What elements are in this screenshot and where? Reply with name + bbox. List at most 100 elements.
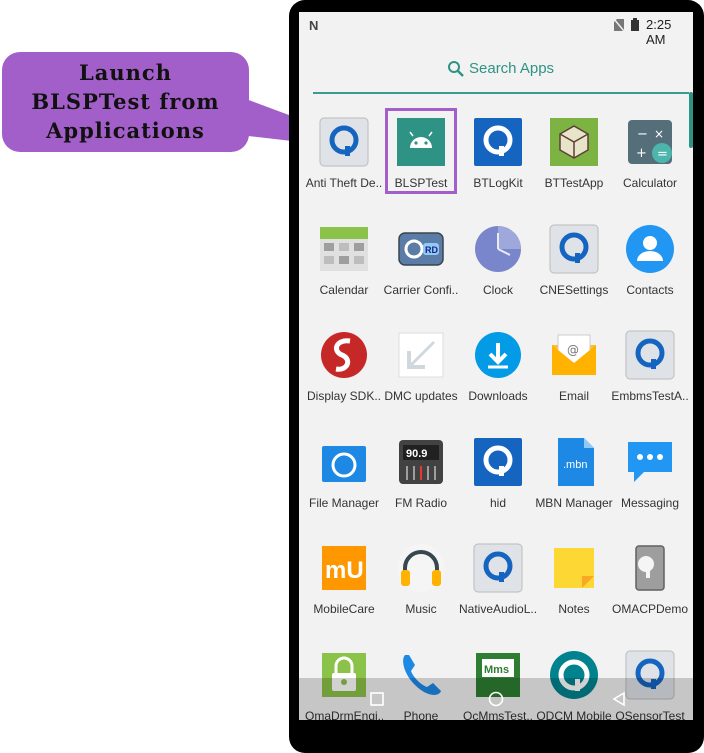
- scroll-indicator[interactable]: [689, 92, 693, 148]
- app-label: Clock: [482, 283, 513, 297]
- notes-icon: [554, 548, 594, 588]
- svg-text:×: ×: [654, 127, 664, 141]
- svg-text:.mbn: .mbn: [563, 459, 587, 471]
- radio-icon: 90.9: [399, 440, 443, 484]
- app-label: NativeAudioL..: [459, 602, 537, 616]
- home-button[interactable]: [487, 690, 505, 708]
- app-display-sdk[interactable]: Display SDK..: [305, 315, 383, 415]
- app-clock[interactable]: Clock: [459, 209, 537, 309]
- search-bar[interactable]: Search Apps: [313, 52, 689, 94]
- app-label: FM Radio: [394, 496, 447, 510]
- omacp-icon: [635, 545, 665, 591]
- app-notes[interactable]: Notes: [535, 528, 613, 628]
- app-hid[interactable]: hid: [459, 422, 537, 522]
- app-label: File Manager: [308, 496, 380, 510]
- app-label: MBN Manager: [535, 496, 613, 510]
- qualcomm-q-icon: [549, 224, 599, 274]
- app-label: Display SDK..: [306, 389, 382, 403]
- search-icon: [448, 61, 464, 77]
- headphones-icon: [397, 544, 445, 592]
- mbn-file-icon: .mbn: [558, 438, 594, 486]
- app-messaging[interactable]: Messaging: [611, 422, 689, 522]
- app-label: DMC updates: [384, 389, 458, 403]
- app-label: Anti Theft De..: [305, 176, 383, 190]
- app-label: Downloads: [468, 389, 528, 403]
- app-fm-radio[interactable]: 90.9 FM Radio: [382, 422, 460, 522]
- svg-text:mU: mU: [325, 557, 364, 584]
- app-dmc-updates[interactable]: DMC updates: [382, 315, 460, 415]
- app-mbn-manager[interactable]: .mbn MBN Manager: [535, 422, 613, 522]
- app-label: Calendar: [319, 283, 369, 297]
- calculator-icon: − × + =: [628, 120, 672, 164]
- back-button[interactable]: [610, 690, 628, 708]
- app-label: BTTestApp: [544, 176, 604, 190]
- svg-text:RD: RD: [425, 245, 438, 255]
- svg-text:@: @: [567, 343, 579, 357]
- dmc-icon: [398, 332, 444, 378]
- app-label: Email: [558, 389, 589, 403]
- app-label: Contacts: [626, 283, 674, 297]
- app-label: BLSPTest: [394, 176, 448, 190]
- app-label: Carrier Confi..: [383, 283, 459, 297]
- callout-text: Launch BLSPTest from Applications: [31, 60, 220, 143]
- qualcomm-q-icon: [474, 118, 522, 166]
- folder-icon: [322, 446, 366, 482]
- svg-text:+: +: [636, 146, 647, 161]
- app-contacts[interactable]: Contacts: [611, 209, 689, 309]
- app-calendar[interactable]: Calendar: [305, 209, 383, 309]
- app-omacpdemo[interactable]: OMACPDemo: [611, 528, 689, 628]
- carrier-config-icon: RD: [398, 232, 444, 266]
- svg-text:Mms: Mms: [484, 664, 509, 676]
- app-bttestapp[interactable]: BTTestApp: [535, 102, 613, 202]
- app-label: OMACPDemo: [611, 602, 688, 616]
- app-downloads[interactable]: Downloads: [459, 315, 537, 415]
- qualcomm-q-icon: [473, 543, 523, 593]
- app-label: CNESettings: [539, 283, 609, 297]
- cube-icon: [550, 118, 598, 166]
- app-email[interactable]: @ Email: [535, 315, 613, 415]
- clock-icon: [475, 226, 521, 272]
- app-blsptest[interactable]: BLSPTest: [382, 102, 460, 202]
- android-icon: [397, 118, 445, 166]
- calendar-icon: [320, 227, 368, 271]
- svg-text:=: =: [657, 147, 668, 162]
- app-label: Calculator: [622, 176, 678, 190]
- app-btlogkit[interactable]: BTLogKit: [459, 102, 537, 202]
- recents-button[interactable]: [368, 690, 386, 708]
- app-label: BTLogKit: [473, 176, 523, 190]
- svg-text:−: −: [637, 127, 648, 142]
- app-mobilecare[interactable]: mU MobileCare: [305, 528, 383, 628]
- app-label: Messaging: [620, 496, 680, 510]
- app-embmstesta[interactable]: EmbmsTestA..: [611, 315, 689, 415]
- app-label: hid: [489, 496, 506, 510]
- svg-text:90.9: 90.9: [406, 448, 427, 460]
- navigation-bar: [299, 678, 693, 720]
- notification-icon: N: [309, 18, 319, 33]
- qualcomm-q-icon: [625, 330, 675, 380]
- battery-icon: [631, 18, 639, 31]
- no-sim-icon: [614, 19, 624, 31]
- app-label: Notes: [558, 602, 590, 616]
- message-icon: [628, 442, 672, 482]
- app-label: EmbmsTestA..: [611, 389, 689, 403]
- app-label: Music: [405, 602, 437, 616]
- mobilecare-icon: mU: [322, 546, 366, 590]
- email-icon: @: [552, 334, 596, 375]
- app-carrier-confi[interactable]: RD Carrier Confi..: [382, 209, 460, 309]
- status-time: 2:25 AM: [646, 17, 672, 47]
- contacts-icon: [626, 225, 674, 273]
- qualcomm-q-icon: [319, 117, 369, 167]
- snapdragon-icon: [321, 332, 367, 378]
- app-file-manager[interactable]: File Manager: [305, 422, 383, 522]
- app-nativeaudiol[interactable]: NativeAudioL..: [459, 528, 537, 628]
- app-label: MobileCare: [313, 602, 375, 616]
- app-music[interactable]: Music: [382, 528, 460, 628]
- search-label: Search Apps: [469, 60, 555, 77]
- app-anti-theft-de[interactable]: Anti Theft De..: [305, 102, 383, 202]
- app-cnesettings[interactable]: CNESettings: [535, 209, 613, 309]
- qualcomm-q-icon: [474, 438, 522, 486]
- status-bar: N 2:25 AM: [299, 12, 693, 47]
- download-icon: [475, 332, 521, 378]
- phone-screen: N 2:25 AM Search Apps Anti Theft De.. BL…: [299, 12, 693, 720]
- app-calculator[interactable]: − × + = Calculator: [611, 102, 689, 202]
